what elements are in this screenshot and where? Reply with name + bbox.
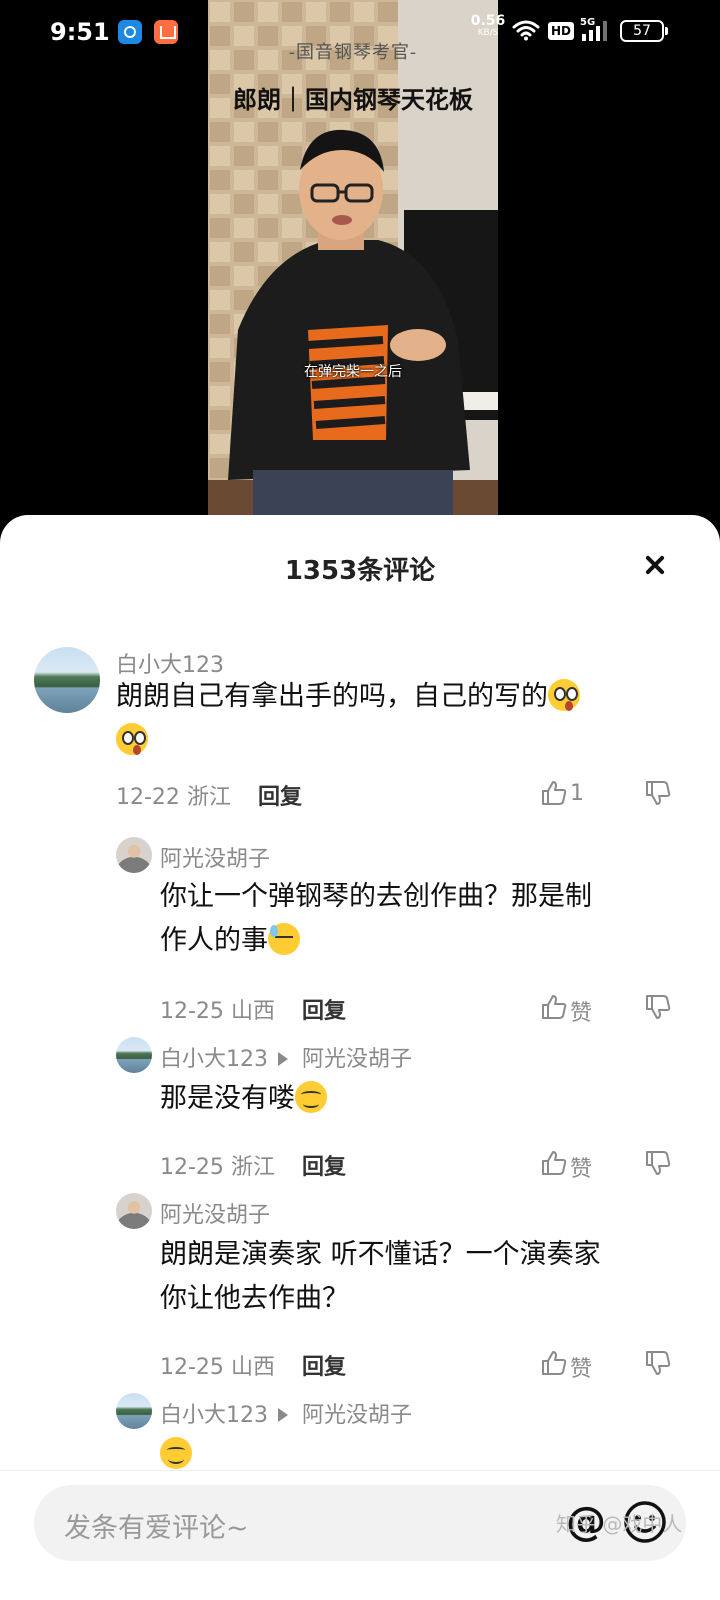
comment-text-line: 作人的事: [160, 925, 268, 956]
sweat-emoji-icon: [268, 923, 300, 955]
network-speed-value: 0.56: [470, 13, 506, 29]
like-label: 赞: [570, 1357, 593, 1382]
comment-text: 你让一个弹钢琴的去创作曲？那是制 作人的事: [160, 875, 690, 963]
like-label: 赞: [570, 1157, 593, 1182]
comment-location: 浙江: [230, 1155, 275, 1180]
comment-username[interactable]: 阿光没胡子: [160, 1197, 270, 1229]
thumbs-up-icon: [542, 1151, 567, 1175]
astonished-emoji-icon: [548, 679, 580, 711]
thumbs-down-icon: [646, 1151, 671, 1175]
comment-username: 白小大123 阿光没胡子: [160, 1041, 412, 1073]
thumbs-down-icon: [646, 781, 671, 805]
comment-username: 白小大123 阿光没胡子: [160, 1397, 412, 1429]
reply-author[interactable]: 白小大123: [160, 1403, 268, 1428]
dislike-button[interactable]: [644, 779, 672, 807]
reply-item: 阿光没胡子 朗朗是演奏家 听不懂话？一个演奏家 你让他去作曲？ 12-25 山西 …: [0, 1193, 720, 1382]
like-button[interactable]: 赞: [540, 1149, 610, 1182]
thumbs-down-icon: [646, 1351, 671, 1375]
comment-meta: 12-25 山西: [160, 1349, 275, 1381]
comment-meta: 12-22 浙江: [116, 779, 231, 811]
comment-text-line: 你让一个弹钢琴的去创作曲？那是制: [160, 881, 592, 912]
network-type-label: 5G: [580, 17, 595, 28]
avatar[interactable]: [116, 1193, 152, 1229]
like-button[interactable]: 赞: [540, 993, 610, 1026]
avatar[interactable]: [34, 647, 100, 713]
dislike-button[interactable]: [644, 1349, 672, 1377]
comment-text: 朗朗是演奏家 听不懂话？一个演奏家 你让他去作曲？: [160, 1233, 700, 1321]
video-title: 郎朗｜国内钢琴天花板: [233, 85, 473, 114]
smile-emoji-icon: [160, 1437, 192, 1469]
reply-item: 阿光没胡子 你让一个弹钢琴的去创作曲？那是制 作人的事 12-25 山西 回复 赞: [0, 837, 720, 1026]
network-speed: 0.56 KB/S: [470, 13, 506, 39]
thumbs-up-icon: [542, 995, 567, 1019]
comment-meta: 12-25 浙江: [160, 1149, 275, 1181]
video-player[interactable]: -国音钢琴考官- 郎朗｜国内钢琴天花板 在弹完柴一之后: [208, 0, 498, 530]
battery-indicator: 57: [620, 20, 668, 42]
reply-target[interactable]: 阿光没胡子: [302, 1403, 412, 1428]
reader-app-icon: [154, 20, 178, 44]
comment-item: 白小大123 朗朗自己有拿出手的吗，自己的写的 12-22 浙江 回复 1: [0, 645, 720, 815]
avatar[interactable]: [116, 1037, 152, 1073]
astonished-emoji-icon: [116, 723, 148, 755]
close-icon[interactable]: [640, 551, 670, 581]
comment-text-body: 朗朗自己有拿出手的吗，自己的写的: [116, 681, 548, 712]
reply-button[interactable]: 回复: [302, 1349, 346, 1381]
thumbs-down-icon: [646, 995, 671, 1019]
hd-badge: HD: [548, 22, 575, 40]
like-count: 1: [570, 781, 584, 806]
comment-location: 山西: [230, 1355, 275, 1380]
comment-username[interactable]: 阿光没胡子: [160, 841, 270, 873]
reply-item: 白小大123 阿光没胡子 那是没有喽 12-25 浙江 回复 赞: [0, 1037, 720, 1182]
reply-target[interactable]: 阿光没胡子: [302, 1047, 412, 1072]
reply-author[interactable]: 白小大123: [160, 1047, 268, 1072]
reply-button[interactable]: 回复: [302, 1149, 346, 1181]
comment-text: 朗朗自己有拿出手的吗，自己的写的: [116, 675, 676, 763]
comments-count-title: 1353条评论: [284, 556, 436, 586]
comment-text: 那是没有喽: [160, 1077, 690, 1121]
comment-text-body: 那是没有喽: [160, 1083, 295, 1114]
thumbs-up-icon: [542, 1351, 567, 1375]
dislike-button[interactable]: [644, 993, 672, 1021]
network-speed-unit: KB/S: [477, 28, 499, 38]
watermark: 知乎 @戏中人: [556, 1512, 683, 1536]
reply-button[interactable]: 回复: [302, 993, 346, 1025]
avatar[interactable]: [116, 1393, 152, 1429]
comment-text-line: 你让他去作曲？: [160, 1283, 349, 1314]
like-label: 赞: [570, 1001, 593, 1026]
thumbs-up-icon: [542, 781, 567, 805]
status-time: 9:51: [50, 18, 110, 46]
like-button[interactable]: 1: [540, 779, 600, 809]
like-button[interactable]: 赞: [540, 1349, 610, 1382]
comment-meta: 12-25 山西: [160, 993, 275, 1025]
reply-arrow-icon: [278, 1052, 288, 1066]
wifi-icon: [512, 20, 540, 41]
comment-input-placeholder: 发条有爱评论~: [64, 1513, 249, 1544]
comment-date: 12-25: [160, 1355, 224, 1380]
comment-date: 12-22: [116, 785, 180, 810]
comment-date: 12-25: [160, 999, 224, 1024]
reply-button[interactable]: 回复: [258, 779, 302, 811]
cellular-signal-icon: 5G: [580, 17, 607, 41]
reply-item: 白小大123 阿光没胡子: [0, 1393, 720, 1473]
reply-arrow-icon: [278, 1408, 288, 1422]
smug-emoji-icon: [295, 1081, 327, 1113]
video-subtitle: 在弹完柴一之后: [304, 364, 402, 380]
status-bar: 9:51 0.56 KB/S HD 5G 57: [0, 0, 720, 64]
browser-app-icon: [118, 20, 142, 44]
comment-text-line: 朗朗是演奏家 听不懂话？一个演奏家: [160, 1239, 601, 1270]
comment-location: 山西: [230, 999, 275, 1024]
dislike-button[interactable]: [644, 1149, 672, 1177]
avatar[interactable]: [116, 837, 152, 873]
comment-location: 浙江: [186, 785, 231, 810]
comments-sheet: 1353条评论 白小大123 朗朗自己有拿出手的吗，自己的写的 12-22 浙江…: [0, 515, 720, 1600]
comment-date: 12-25: [160, 1155, 224, 1180]
